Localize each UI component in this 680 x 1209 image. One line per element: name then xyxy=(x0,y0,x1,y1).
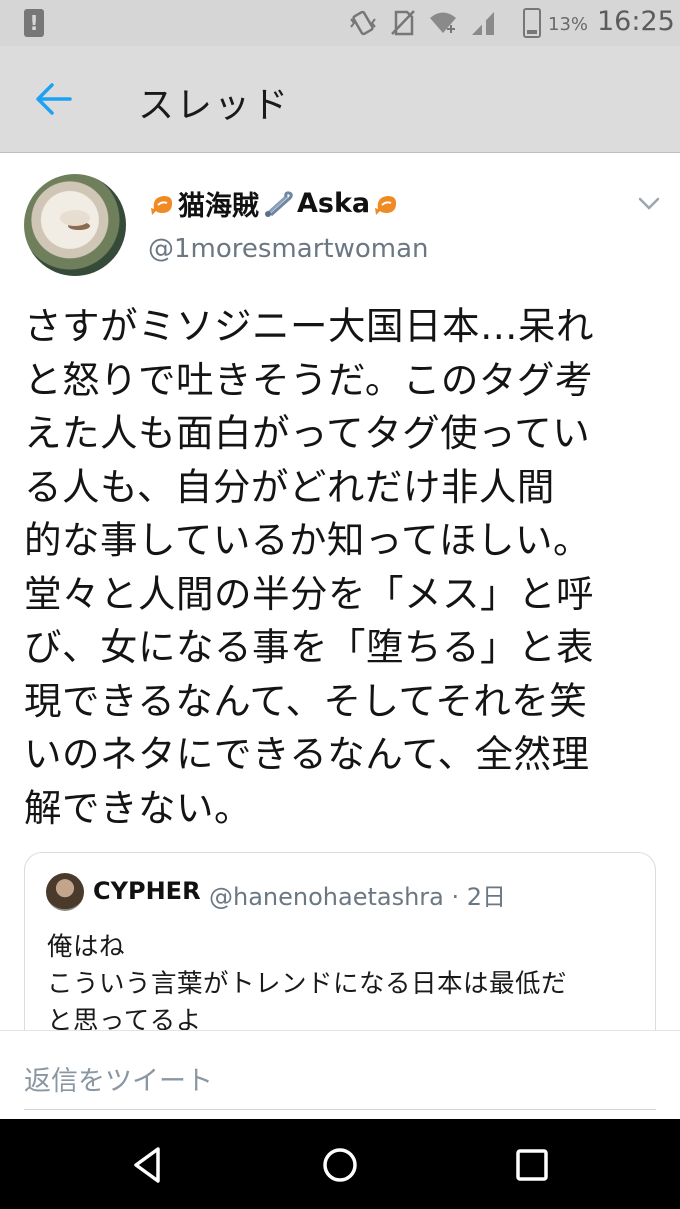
status-icons xyxy=(348,8,498,38)
status-bar: ! 13% 16:25 xyxy=(0,0,680,46)
page-title: スレッド xyxy=(138,85,291,126)
signal-icon xyxy=(472,12,494,35)
arrow-left-icon[interactable] xyxy=(28,76,78,122)
tweet-text: さすがミソジニー大国日本…呆れ と怒りで吐きそうだ。このタグ考 えた人も面白がっ… xyxy=(24,304,594,830)
wifi-icon xyxy=(430,12,456,33)
avatar[interactable] xyxy=(24,174,126,276)
shrimp-emoji-icon xyxy=(151,195,173,215)
reply-input[interactable]: 返信をツイート xyxy=(24,1059,213,1098)
recents-square-icon[interactable] xyxy=(510,1143,554,1187)
quoted-avatar xyxy=(46,873,84,911)
quoted-name: CYPHER xyxy=(93,877,201,905)
alert-icon: ! xyxy=(24,9,44,37)
display-name[interactable]: 猫海賊 Aska xyxy=(148,184,400,223)
quoted-text: 俺はね こういう言葉がトレンドになる日本は最低だ と思ってるよ xyxy=(47,932,568,1036)
battery-icon xyxy=(523,8,541,38)
safety-pin-emoji-icon xyxy=(265,190,293,217)
battery-percent: 13% xyxy=(548,14,589,35)
reply-composer: 返信をツイート xyxy=(0,1030,680,1121)
shrimp-emoji-icon xyxy=(375,195,397,215)
chevron-down-icon[interactable] xyxy=(634,190,664,216)
home-circle-icon[interactable] xyxy=(318,1143,362,1187)
no-sim-icon xyxy=(391,10,415,36)
quoted-handle-time: @hanenohaetashra · 2日 xyxy=(209,883,507,911)
vibrate-icon xyxy=(350,10,376,36)
divider xyxy=(24,1109,656,1110)
user-handle[interactable]: @1moresmartwoman xyxy=(148,234,429,264)
back-triangle-icon[interactable] xyxy=(126,1143,170,1187)
app-header: スレッド xyxy=(0,46,680,153)
display-name-text: 猫海賊 xyxy=(178,191,259,222)
clock: 16:25 xyxy=(597,6,675,37)
system-nav-bar xyxy=(0,1119,680,1209)
display-name-suffix: Aska xyxy=(297,188,371,219)
